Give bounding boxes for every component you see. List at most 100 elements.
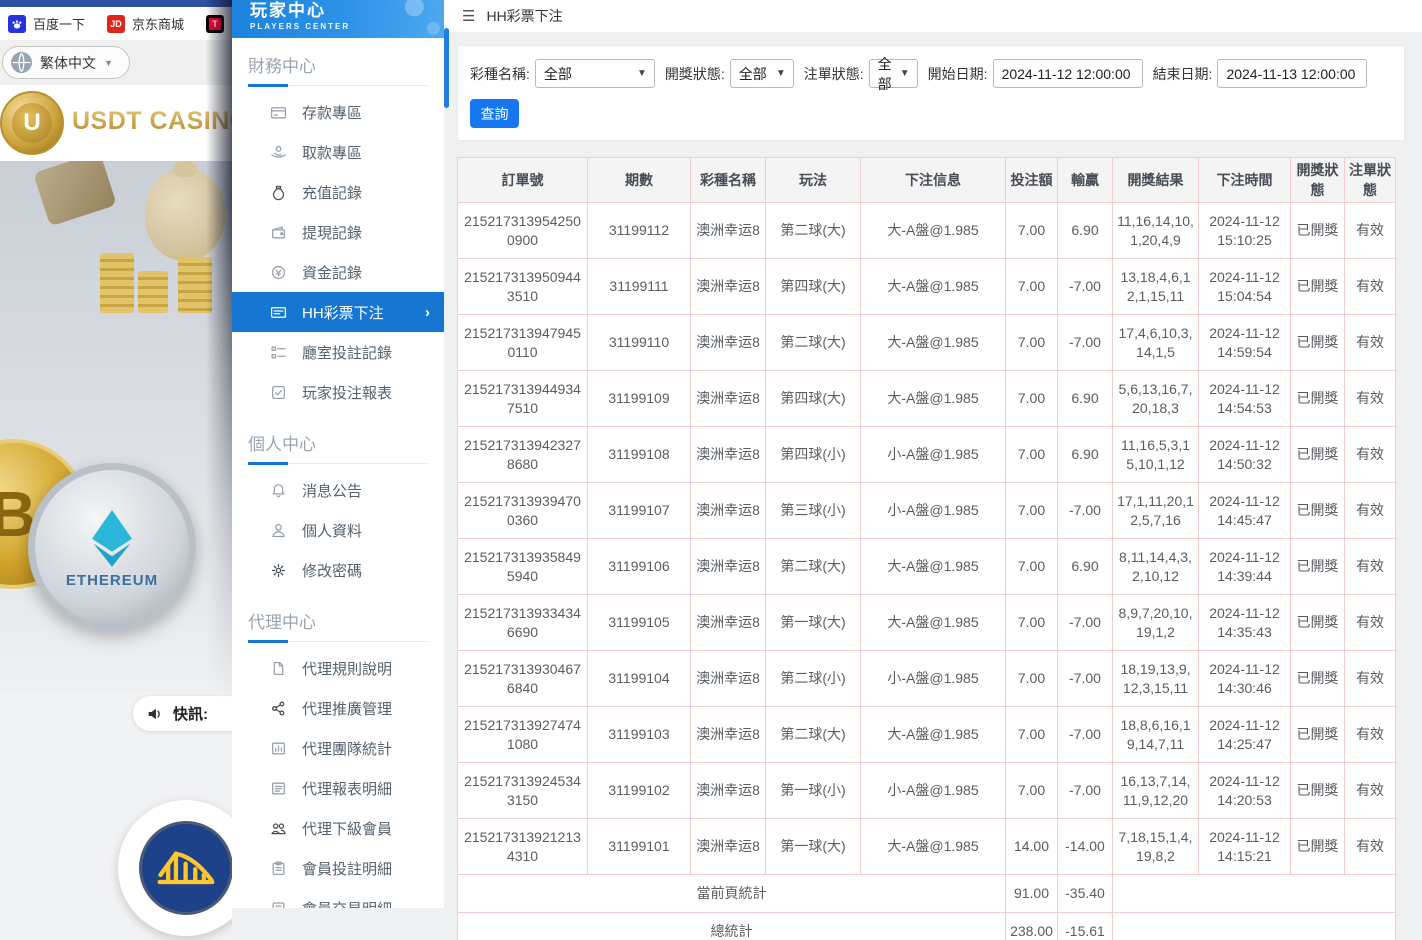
usdt-coin-logo: U (0, 91, 64, 155)
draw-status-label: 開獎狀態: (665, 64, 725, 84)
sidebar-item-label: HH彩票下注 (302, 302, 384, 323)
gold-coin-stack (100, 253, 134, 313)
table-cell: -7.00 (1058, 707, 1113, 763)
member-bet-icon (270, 860, 287, 877)
sidebar-item-room-bet-record[interactable]: 廳室投註記錄 (232, 332, 444, 372)
column-header: 玩法 (766, 158, 861, 203)
column-header: 訂單號 (458, 158, 588, 203)
sidebar-item-report-detail[interactable]: 代理報表明細 (232, 768, 444, 808)
table-cell: 已開獎 (1291, 763, 1345, 819)
table-cell: 已開獎 (1291, 595, 1345, 651)
column-header: 注單狀態 (1345, 158, 1396, 203)
sidebar-subtitle: PLAYERS CENTER (250, 22, 444, 31)
sidebar-item-lottery-bet[interactable]: HH彩票下注 › (232, 292, 444, 332)
sidebar-item-label: 修改密碼 (302, 560, 362, 581)
table-cell: 有效 (1345, 259, 1396, 315)
column-header: 投注額 (1006, 158, 1058, 203)
sidebar-scrollbar-thumb[interactable] (444, 28, 449, 108)
column-header: 下注時間 (1199, 158, 1291, 203)
start-date-input[interactable] (993, 59, 1143, 88)
bookmark-label: 百度一下 (33, 14, 85, 33)
sidebar-item-deposit-card[interactable]: 存款專區 (232, 92, 444, 132)
table-cell: 澳洲幸运8 (691, 707, 766, 763)
table-row: 215217313924534315031199102澳洲幸运8第一球(小)小-… (458, 763, 1396, 819)
hamburger-menu-icon[interactable]: ☰ (462, 7, 475, 25)
table-cell: 7.00 (1006, 259, 1058, 315)
lottery-name-select[interactable]: 全部 ▼ (535, 59, 655, 88)
table-cell: 11,16,5,3,15,10,1,12 (1113, 427, 1199, 483)
ethereum-coin-image: ETHEREUM (28, 463, 196, 631)
sidebar-item-label: 存款專區 (302, 102, 362, 123)
table-cell: 小-A盤@1.985 (861, 427, 1006, 483)
ethereum-diamond-icon (80, 506, 144, 570)
bookmark-item[interactable]: JD京东商城 (107, 14, 184, 33)
sidebar-item-bell[interactable]: 消息公告 (232, 470, 444, 510)
table-row: 215217313933434669031199105澳洲幸运8第一球(大)大-… (458, 595, 1396, 651)
overlay-shadow (206, 0, 232, 940)
start-date-label: 開始日期: (928, 64, 988, 84)
table-cell: 31199111 (588, 259, 691, 315)
chevron-right-icon: › (425, 304, 430, 321)
table-cell: 7.00 (1006, 203, 1058, 259)
sidebar-item-withdraw-hand[interactable]: 取款專區 (232, 132, 444, 172)
table-cell: 第四球(大) (766, 259, 861, 315)
sidebar-item-gear[interactable]: 修改密碼 (232, 550, 444, 590)
order-status-value: 全部 (878, 54, 894, 94)
table-row: 215217313927474108031199103澳洲幸运8第二球(大)大-… (458, 707, 1396, 763)
table-cell: 已開獎 (1291, 259, 1345, 315)
table-cell: 大-A盤@1.985 (861, 539, 1006, 595)
sidebar-item-player-report[interactable]: 玩家投注報表 (232, 372, 444, 412)
table-cell: 2152173139423278680 (458, 427, 588, 483)
sidebar-item-member-trade[interactable]: 會員交易明細 (232, 888, 444, 908)
table-cell: 2024-11-12 14:35:43 (1199, 595, 1291, 651)
main-header: ☰ HH彩票下注 (444, 0, 1422, 33)
search-button[interactable]: 查詢 (470, 99, 519, 128)
table-row: 215217313939470036031199107澳洲幸运8第三球(小)小-… (458, 483, 1396, 539)
table-cell: 有效 (1345, 203, 1396, 259)
table-cell: -7.00 (1058, 315, 1113, 371)
table-cell: 2024-11-12 15:10:25 (1199, 203, 1291, 259)
room-bet-record-icon (270, 344, 287, 361)
table-cell: 澳洲幸运8 (691, 595, 766, 651)
table-cell: 2152173139274741080 (458, 707, 588, 763)
sidebar-section-title: 財務中心 (248, 52, 428, 86)
sidebar-item-user[interactable]: 個人資料 (232, 510, 444, 550)
sidebar-item-doc[interactable]: 代理規則說明 (232, 648, 444, 688)
table-cell: 已開獎 (1291, 819, 1345, 875)
table-cell: -7.00 (1058, 763, 1113, 819)
sidebar-item-team-stats[interactable]: 代理團隊統計 (232, 728, 444, 768)
table-cell: 2024-11-12 14:15:21 (1199, 819, 1291, 875)
table-cell: 2152173139245343150 (458, 763, 588, 819)
doc-icon (270, 660, 287, 677)
table-cell: 18,8,6,16,19,14,7,11 (1113, 707, 1199, 763)
order-status-label: 注單狀態: (804, 64, 864, 84)
bookmark-item[interactable]: 百度一下 (8, 14, 85, 33)
table-cell: 7.00 (1006, 763, 1058, 819)
sidebar-item-member-bet[interactable]: 會員投註明細 (232, 848, 444, 888)
sidebar-item-recharge-bag[interactable]: 充值記錄 (232, 172, 444, 212)
sidebar-item-label: 提現記錄 (302, 222, 362, 243)
table-cell: 澳洲幸运8 (691, 315, 766, 371)
sidebar-item-funds-record[interactable]: 資金記錄 (232, 252, 444, 292)
draw-status-select[interactable]: 全部 ▼ (730, 59, 794, 88)
table-cell: 第二球(大) (766, 203, 861, 259)
end-date-input[interactable] (1217, 59, 1367, 88)
members-icon (270, 820, 287, 837)
recharge-bag-icon (270, 184, 287, 201)
order-status-select[interactable]: 全部 ▼ (869, 59, 918, 88)
browser-bookmarks-bar: 百度一下JD京东商城T天猫 (0, 7, 232, 40)
page-title: HH彩票下注 (486, 6, 562, 26)
globe-icon (11, 52, 32, 73)
end-date-label: 結束日期: (1153, 64, 1213, 84)
chevron-down-icon: ▼ (637, 68, 647, 79)
language-selector[interactable]: 繁体中文 ▼ (2, 46, 130, 79)
sidebar-item-label: 代理推廣管理 (302, 698, 392, 719)
chevron-down-icon: ▼ (776, 68, 786, 79)
sidebar-item-share[interactable]: 代理推廣管理 (232, 688, 444, 728)
sidebar-item-members[interactable]: 代理下級會員 (232, 808, 444, 848)
table-row: 215217313942327868031199108澳洲幸运8第四球(小)小-… (458, 427, 1396, 483)
player-report-icon (270, 384, 287, 401)
table-cell: 已開獎 (1291, 651, 1345, 707)
table-cell: 7.00 (1006, 483, 1058, 539)
sidebar-item-withdrawal-record[interactable]: 提現記錄 (232, 212, 444, 252)
